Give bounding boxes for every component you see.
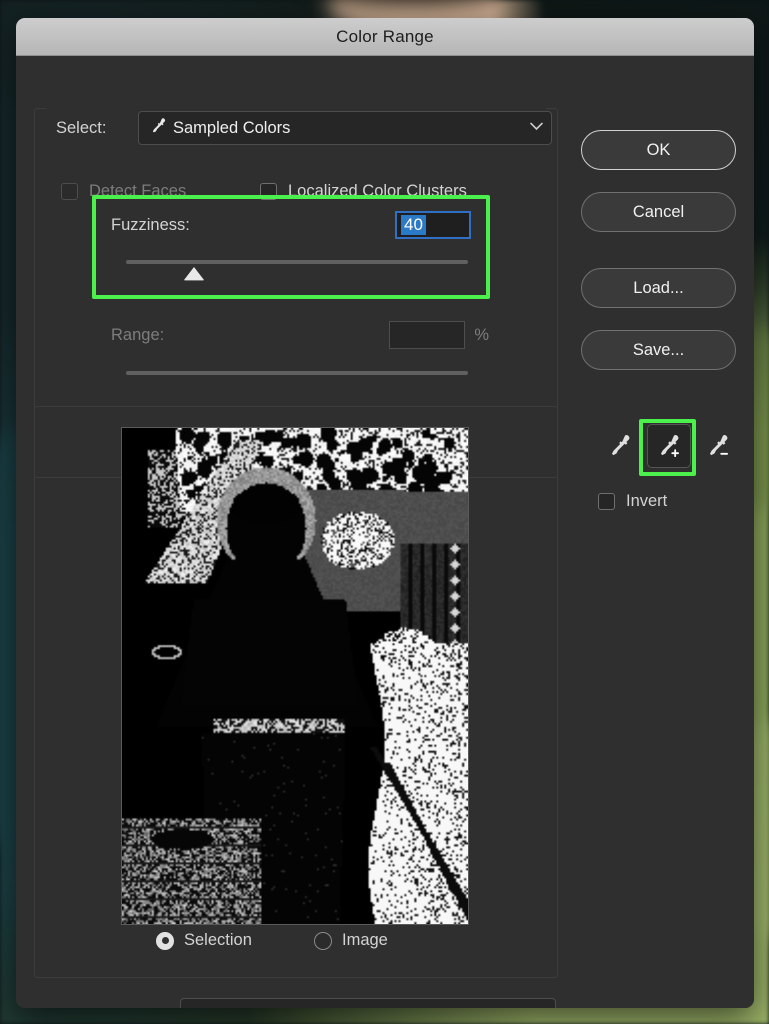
select-label: Select: — [56, 118, 107, 137]
fuzziness-slider-thumb[interactable] — [184, 267, 204, 280]
preview-mode-selection-row[interactable]: Selection — [156, 931, 252, 950]
range-input[interactable] — [389, 321, 466, 349]
fuzziness-slider-track[interactable] — [126, 260, 468, 264]
detect-faces-label: Detect Faces — [89, 182, 187, 200]
dialog-body: Select: Sampled Colors Detect Faces Loca… — [16, 56, 754, 1008]
range-row: Range: % — [111, 321, 489, 349]
fuzziness-row: Fuzziness: 40 — [111, 211, 471, 239]
fuzziness-value: 40 — [401, 215, 426, 235]
dialog-titlebar[interactable]: Color Range — [16, 18, 754, 56]
selection-preview-thumbnail[interactable] — [121, 427, 469, 925]
invert-checkbox[interactable] — [598, 493, 615, 510]
fuzziness-label: Fuzziness: — [111, 215, 190, 234]
eyedropper-tool[interactable] — [598, 424, 642, 468]
select-row: Select: Sampled Colors — [56, 111, 552, 145]
invert-label: Invert — [626, 492, 668, 510]
localized-color-clusters-checkbox[interactable] — [260, 183, 277, 200]
ok-button[interactable]: OK — [581, 130, 736, 170]
color-range-dialog: Color Range Select: Sampled Colors Detec… — [16, 18, 754, 1008]
dialog-button-column: OK Cancel Load... Save... — [581, 130, 746, 370]
cancel-button[interactable]: Cancel — [581, 192, 736, 232]
detect-faces-checkbox[interactable] — [61, 183, 78, 200]
fuzziness-slider[interactable] — [126, 260, 468, 280]
range-slider-track[interactable] — [126, 371, 468, 375]
eyedropper-toolbar — [596, 424, 746, 472]
localized-color-clusters-label: Localized Color Clusters — [288, 182, 467, 200]
selection-preview-row: Selection Preview: None — [32, 998, 556, 1008]
eyedropper-plus-icon — [656, 433, 682, 459]
selection-radio[interactable] — [156, 931, 174, 950]
load-button[interactable]: Load... — [581, 268, 736, 308]
selection-preview-label: Selection Preview: — [32, 1006, 168, 1009]
desktop-background: Color Range Select: Sampled Colors Detec… — [0, 0, 769, 1024]
select-dropdown[interactable]: Sampled Colors — [138, 111, 552, 145]
image-radio[interactable] — [314, 931, 332, 950]
detect-faces-checkbox-row[interactable]: Detect Faces — [61, 182, 186, 201]
eyedropper-icon — [149, 117, 167, 140]
selection-preview-value: None — [191, 1006, 230, 1009]
range-label: Range: — [111, 325, 165, 344]
eyedropper-add-tool[interactable] — [647, 424, 691, 468]
chevron-down-icon — [530, 122, 543, 133]
range-value — [394, 334, 400, 337]
image-radio-label: Image — [342, 931, 388, 949]
eyedropper-minus-icon — [705, 433, 731, 459]
selection-mask-canvas — [122, 428, 468, 924]
eyedropper-subtract-tool[interactable] — [696, 424, 740, 468]
preview-mode-image-row[interactable]: Image — [314, 931, 388, 950]
localized-color-clusters-checkbox-row[interactable]: Localized Color Clusters — [260, 182, 467, 201]
range-unit: % — [474, 325, 489, 344]
select-value: Sampled Colors — [173, 118, 291, 137]
fuzziness-input[interactable]: 40 — [395, 211, 471, 239]
selection-radio-label: Selection — [184, 931, 252, 949]
save-button[interactable]: Save... — [581, 330, 736, 370]
selection-preview-dropdown[interactable]: None — [179, 998, 556, 1009]
eyedropper-icon — [607, 433, 633, 459]
invert-checkbox-row[interactable]: Invert — [598, 492, 667, 511]
dialog-title: Color Range — [336, 26, 434, 46]
range-slider[interactable] — [126, 371, 468, 375]
